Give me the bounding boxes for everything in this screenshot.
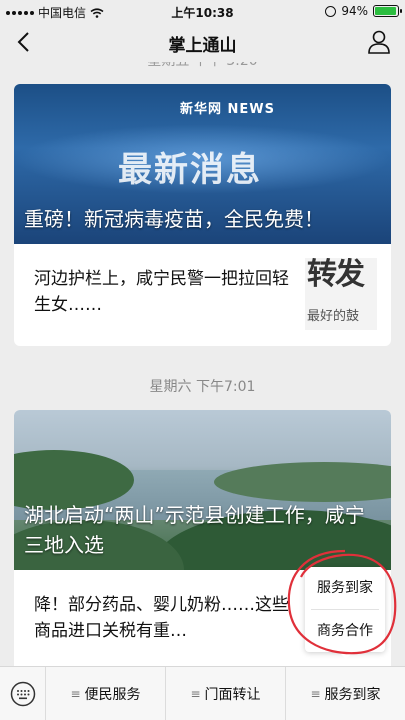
rotation-lock-icon (325, 5, 337, 17)
page-title: 掌上通山 (168, 36, 237, 56)
news-thumbnail: 转发 最好的鼓 (305, 258, 377, 330)
timestamp: 星期六 下午7:01 (149, 379, 256, 395)
status-right: 94% (325, 4, 402, 18)
battery-percent: 94% (341, 4, 368, 18)
news-item-title: 降！部分药品、婴儿奶粉……这些商品进口关税有重… (34, 595, 289, 641)
menu-bar: ≡ 便民服务 ≡ 门面转让 ≡ 服务到家 (0, 666, 405, 720)
keyboard-icon (10, 681, 36, 707)
news-card: 新华网 NEWS 最新消息 重磅！新冠病毒疫苗，全民免费！ 河边护栏上，咸宁民警… (14, 84, 391, 346)
submenu-popup: 服务到家 商务合作 (305, 567, 385, 659)
submenu-item-business[interactable]: 商务合作 (305, 610, 385, 652)
thumbnail-subtext: 最好的鼓 (307, 309, 360, 324)
submenu-item-home-service[interactable]: 服务到家 (305, 567, 385, 609)
news-item[interactable]: 河边护栏上，咸宁民警一把拉回轻生女…… 转发 最好的鼓 (14, 244, 391, 346)
menu-item-shop-transfer[interactable]: ≡ 门面转让 (166, 667, 286, 720)
battery-icon (373, 5, 402, 17)
menu-item-label: 门面转让 (204, 687, 261, 703)
hero-caption: 湖北启动“两山”示范县创建工作，咸宁三地入选 (24, 503, 365, 557)
news-hero[interactable]: 湖北启动“两山”示范县创建工作，咸宁三地入选 (14, 410, 391, 570)
timestamp-partial: 星期五 下午 3:20 (0, 62, 405, 70)
keyboard-toggle[interactable] (0, 667, 46, 720)
news-hero[interactable]: 新华网 NEWS 最新消息 重磅！新冠病毒疫苗，全民免费！ (14, 84, 391, 244)
profile-icon[interactable] (367, 29, 391, 55)
menu-list-icon: ≡ (190, 687, 201, 701)
thumbnail-text: 转发 (307, 258, 365, 292)
xinhua-logo: 新华网 NEWS (180, 102, 275, 117)
menu-item-label: 服务到家 (324, 687, 381, 703)
battery-fill (375, 7, 396, 15)
status-bar: 中国电信 上午10:38 94% (0, 0, 405, 22)
menu-item-home-service[interactable]: ≡ 服务到家 (286, 667, 405, 720)
menu-item-label: 便民服务 (84, 687, 141, 703)
hero-banner-text: 最新消息 (118, 150, 262, 190)
menu-list-icon: ≡ (70, 687, 81, 701)
hero-caption: 重磅！新冠病毒疫苗，全民免费！ (24, 207, 324, 231)
nav-bar: 掌上通山 (0, 22, 405, 62)
menu-list-icon: ≡ (310, 687, 321, 701)
news-item-title: 河边护栏上，咸宁民警一把拉回轻生女…… (34, 269, 289, 315)
menu-item-convenience[interactable]: ≡ 便民服务 (46, 667, 166, 720)
